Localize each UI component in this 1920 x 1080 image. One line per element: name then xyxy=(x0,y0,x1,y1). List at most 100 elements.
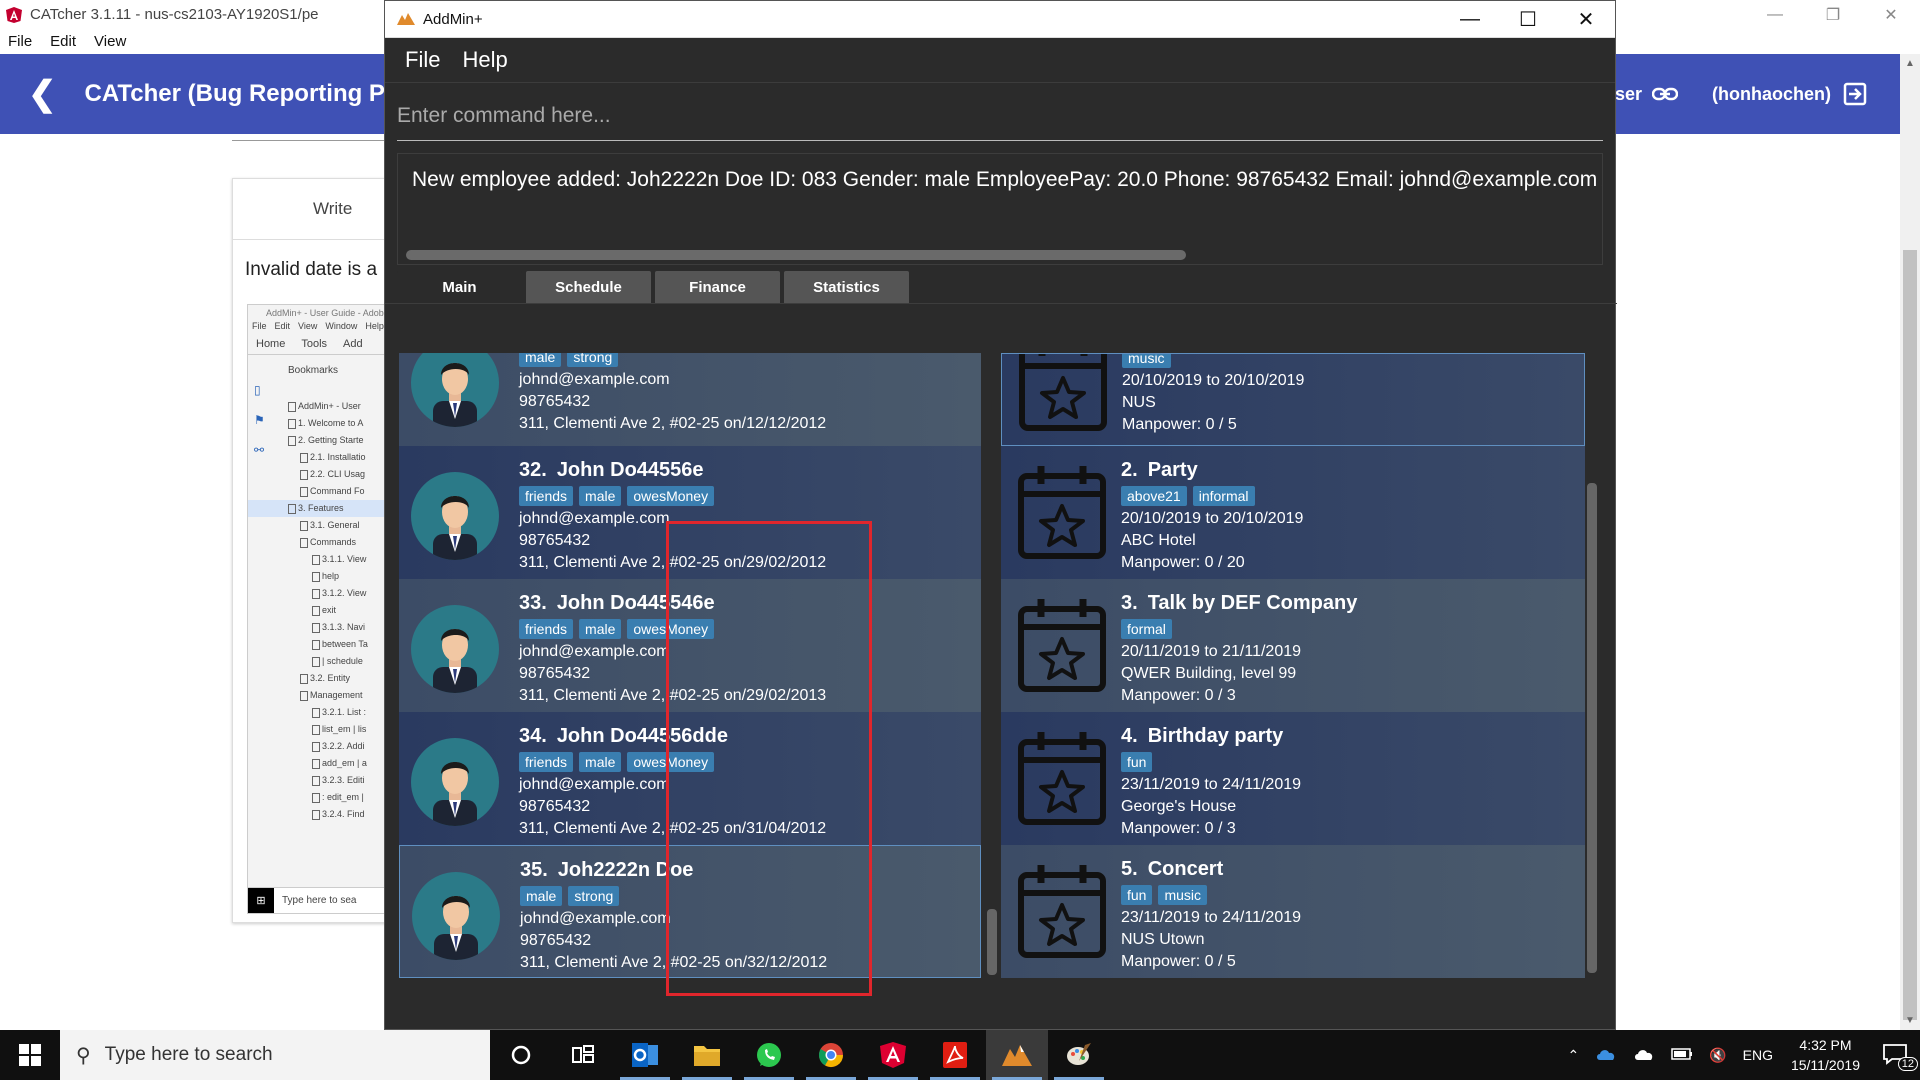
tag: friends xyxy=(519,619,574,639)
event-info: 4. Birthday party fun 23/11/2019 to 24/11… xyxy=(1121,722,1301,840)
result-text: New employee added: Joh2222n Doe ID: 083… xyxy=(412,168,1603,191)
link-icon xyxy=(1652,87,1679,101)
onedrive-icon[interactable] xyxy=(1595,1047,1617,1064)
thumb-bookmark: 3.1. General xyxy=(248,517,392,534)
minimize-icon[interactable]: — xyxy=(1441,1,1499,38)
cloud-icon[interactable] xyxy=(1633,1047,1655,1064)
acrobat-icon[interactable] xyxy=(924,1030,986,1080)
paint-icon[interactable] xyxy=(1048,1030,1110,1080)
taskbar-search-box[interactable]: ⚲ Type here to search xyxy=(60,1030,490,1080)
thumb-bookmark: 3.1.2. View xyxy=(248,585,392,602)
tab-finance[interactable]: Finance xyxy=(655,271,780,303)
thumb-menu-item: File xyxy=(252,321,267,331)
menu-help[interactable]: Help xyxy=(462,47,507,73)
addmin-icon[interactable] xyxy=(986,1030,1048,1080)
whatsapp-icon[interactable] xyxy=(738,1030,800,1080)
event-name: 5. Concert xyxy=(1121,855,1301,883)
employee-index: 33. xyxy=(519,592,547,614)
thumb-taskbar: ⊞ Type here to sea xyxy=(248,887,392,913)
volume-muted-icon[interactable]: 🔇 xyxy=(1709,1047,1726,1064)
maximize-icon[interactable]: ☐ xyxy=(1499,1,1557,38)
avatar-icon xyxy=(412,872,500,960)
event-card[interactable]: music 20/10/2019 to 20/10/2019 NUS Manpo… xyxy=(1001,353,1585,446)
close-icon[interactable]: ✕ xyxy=(1557,1,1615,38)
event-venue: NUS Utown xyxy=(1121,931,1205,948)
thumb-tool: Home xyxy=(256,338,286,350)
scroll-down-icon[interactable]: ▼ xyxy=(1905,1015,1915,1026)
menu-file[interactable]: File xyxy=(405,47,440,73)
task-view-icon[interactable] xyxy=(552,1030,614,1080)
comment-card: Write Invalid date is a AddMin+ - User G… xyxy=(232,178,393,923)
back-arrow-icon[interactable]: ❮ xyxy=(28,74,57,114)
catcher-menu-file[interactable]: File xyxy=(8,33,32,50)
result-scrollbar[interactable] xyxy=(406,250,1186,260)
thumb-tools: Home Tools Add xyxy=(248,335,392,355)
catcher-menu-view[interactable]: View xyxy=(94,33,126,50)
scroll-up-icon[interactable]: ▲ xyxy=(1905,58,1915,69)
notification-center-icon[interactable]: 12 xyxy=(1882,1043,1918,1071)
tab-statistics[interactable]: Statistics xyxy=(784,271,909,303)
thumb-bookmark: 3. Features xyxy=(248,500,392,517)
taskbar-search-placeholder: Type here to search xyxy=(104,1044,273,1065)
clock[interactable]: 4:32 PM 15/11/2019 xyxy=(1791,1035,1860,1075)
restore-icon[interactable]: ❐ xyxy=(1804,0,1862,29)
addmin-logo-icon xyxy=(397,13,415,25)
event-card[interactable]: 4. Birthday party fun 23/11/2019 to 24/11… xyxy=(1001,712,1585,845)
tag: male xyxy=(519,353,562,367)
chevron-up-icon[interactable]: ⌃ xyxy=(1567,1047,1579,1064)
tab-schedule[interactable]: Schedule xyxy=(526,271,651,303)
catcher-scroll-thumb[interactable] xyxy=(1903,250,1917,1020)
event-list-scrollbar[interactable] xyxy=(1585,353,1599,979)
battery-icon[interactable] xyxy=(1671,1047,1693,1063)
outlook-icon[interactable] xyxy=(614,1030,676,1080)
screenshot-thumbnail: AddMin+ - User Guide - Adobe A File Edit V… xyxy=(247,304,393,914)
tag: friends xyxy=(519,752,574,772)
thumb-menu: File Edit View Window Help xyxy=(248,321,392,335)
chrome-icon[interactable] xyxy=(800,1030,862,1080)
catcher-window-controls: — ❐ ✕ xyxy=(1746,0,1920,29)
user-link-label: ser xyxy=(1615,83,1643,104)
event-card[interactable]: 5. Concert fun music 23/11/2019 to 24/11/… xyxy=(1001,845,1585,978)
thumb-bookmark: list_em | lis xyxy=(248,721,392,738)
header-divider xyxy=(232,140,392,141)
language-indicator[interactable]: ENG xyxy=(1743,1047,1773,1063)
thumb-bookmark: 2.1. Installatio xyxy=(248,449,392,466)
event-tags: music xyxy=(1122,354,1304,370)
event-dates: 23/11/2019 to 24/11/2019 xyxy=(1121,776,1302,793)
cortana-icon[interactable] xyxy=(490,1030,552,1080)
event-manpower: Manpower: 0 / 5 xyxy=(1122,416,1237,433)
user-link-button[interactable]: ser xyxy=(1615,83,1679,105)
employee-email: johnd@example.com xyxy=(519,371,670,388)
taskbar-apps xyxy=(490,1030,1110,1080)
avatar-icon xyxy=(411,472,499,560)
angular-icon[interactable] xyxy=(862,1030,924,1080)
annotation-highlight-box xyxy=(666,521,872,996)
file-explorer-icon[interactable] xyxy=(676,1030,738,1080)
thumb-bookmark: 2.2. CLI Usag xyxy=(248,466,392,483)
employee-scroll-thumb[interactable] xyxy=(987,909,997,975)
event-manpower: Manpower: 0 / 3 xyxy=(1121,820,1236,837)
close-icon[interactable]: ✕ xyxy=(1862,0,1920,29)
thumb-bookmark: 3.2.4. Find xyxy=(248,806,392,823)
tag: strong xyxy=(567,353,619,367)
event-card[interactable]: 2. Party above21 informal 20/10/2019 to 2… xyxy=(1001,446,1585,579)
tab-main[interactable]: Main xyxy=(397,271,522,303)
catcher-scrollbar[interactable]: ▲ ▼ xyxy=(1900,54,1920,1030)
employee-index: 34. xyxy=(519,725,547,747)
start-button[interactable] xyxy=(0,1030,60,1080)
employee-phone: 98765432 xyxy=(519,393,591,410)
employee-tags: male strong xyxy=(519,353,826,369)
employee-card[interactable]: male strong johnd@example.com 98765432 3… xyxy=(399,353,981,446)
event-scroll-thumb[interactable] xyxy=(1587,483,1597,973)
command-input[interactable] xyxy=(397,93,1603,139)
logout-button[interactable]: (honhaochen) xyxy=(1712,82,1867,106)
employee-list-scrollbar[interactable] xyxy=(985,353,999,979)
thumb-bookmark: Management xyxy=(248,687,392,704)
catcher-menu-edit[interactable]: Edit xyxy=(50,33,76,50)
system-tray: ⌃ 🔇 ENG 4:32 PM 15/11/2019 12 xyxy=(1559,1030,1920,1080)
minimize-icon[interactable]: — xyxy=(1746,0,1804,29)
event-card[interactable]: 3. Talk by DEF Company formal 20/11/2019 … xyxy=(1001,579,1585,712)
thumb-bookmark: 3.2.2. Addi xyxy=(248,738,392,755)
write-tab[interactable]: Write xyxy=(313,199,352,219)
event-dates: 20/11/2019 to 21/11/2019 xyxy=(1121,643,1302,660)
